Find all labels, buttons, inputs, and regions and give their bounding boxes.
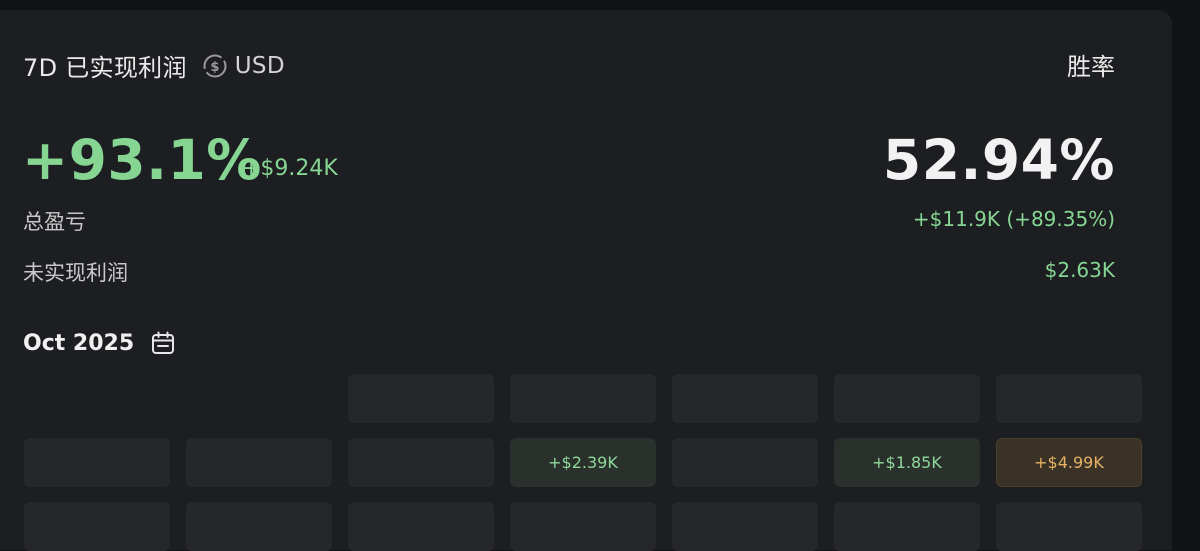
usd-cycle-icon[interactable]: $ <box>202 53 228 79</box>
calendar-day-cell[interactable] <box>834 502 980 551</box>
calendar-month-header: Oct 2025 <box>23 330 176 356</box>
svg-text:$: $ <box>210 60 219 75</box>
calendar-day-cell[interactable] <box>672 438 818 487</box>
calendar-day-cell[interactable] <box>24 438 170 487</box>
panel-header: 7D 已实现利润 $ USD <box>23 48 285 83</box>
currency-selector[interactable]: USD <box>235 53 285 79</box>
calendar-month: Oct 2025 <box>23 330 135 356</box>
pnl-panel: 7D 已实现利润 $ USD 胜率 +93.1% +$9.24K 52.94% … <box>0 10 1172 551</box>
winrate-label: 胜率 <box>1067 53 1115 81</box>
panel-title: 7D 已实现利润 <box>23 54 187 82</box>
calendar-day-cell[interactable] <box>348 502 494 551</box>
calendar-day-cell-top-profit[interactable]: +$4.99K <box>996 438 1142 487</box>
calendar-day-cell[interactable] <box>834 374 980 423</box>
calendar-day-cell-profit[interactable]: +$1.85K <box>834 438 980 487</box>
unrealized-pnl-label: 未实现利润 <box>23 261 128 285</box>
total-pnl-label: 总盈亏 <box>23 210 86 234</box>
calendar-day-cell[interactable] <box>672 374 818 423</box>
total-pnl-value: +$11.9K (+89.35%) <box>912 207 1115 231</box>
calendar-day-cell[interactable] <box>186 502 332 551</box>
calendar-icon[interactable] <box>150 330 176 356</box>
calendar-day-cell[interactable] <box>996 374 1142 423</box>
unrealized-pnl-value: $2.63K <box>1044 258 1115 282</box>
calendar-day-cell[interactable] <box>348 374 494 423</box>
calendar-day-cell-profit[interactable]: +$2.39K <box>510 438 656 487</box>
realized-pnl-amount: +$9.24K <box>242 156 338 181</box>
realized-pnl-percent: +93.1% <box>22 128 262 192</box>
calendar-day-cell[interactable] <box>672 502 818 551</box>
winrate-value: 52.94% <box>882 128 1115 192</box>
calendar-day-cell[interactable] <box>510 502 656 551</box>
calendar-day-cell[interactable] <box>996 502 1142 551</box>
calendar-day-cell[interactable] <box>186 438 332 487</box>
calendar-day-cell[interactable] <box>510 374 656 423</box>
calendar-day-cell[interactable] <box>348 438 494 487</box>
calendar-day-cell[interactable] <box>24 502 170 551</box>
